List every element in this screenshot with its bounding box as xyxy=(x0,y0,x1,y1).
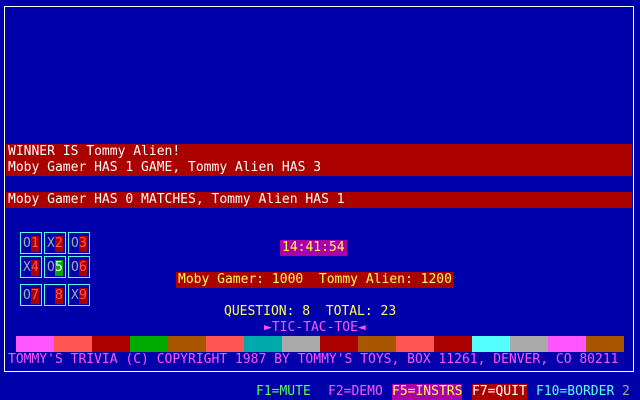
board-cell-9[interactable]: X9 xyxy=(68,284,90,306)
board-mark: X xyxy=(71,288,79,303)
board-mark: O xyxy=(23,236,31,251)
color-stripe xyxy=(510,336,548,352)
board-cell-number: 9 xyxy=(79,288,87,304)
color-stripe xyxy=(92,336,130,352)
board-mark: X xyxy=(23,260,31,275)
game-screen: WINNER IS Tommy Alien! Moby Gamer HAS 1 … xyxy=(0,0,640,400)
game-title: TIC-TAC-TOE xyxy=(271,320,358,335)
color-stripe xyxy=(358,336,396,352)
color-stripe xyxy=(130,336,168,352)
color-stripe xyxy=(472,336,510,352)
board-mark: O xyxy=(71,236,79,251)
board-cell-number: 1 xyxy=(31,236,39,252)
board-cell-3[interactable]: O3 xyxy=(68,232,90,254)
board-cell-number: 8 xyxy=(55,288,63,304)
game-count-text: Moby Gamer HAS 1 GAME, Tommy Alien HAS 3 xyxy=(8,160,322,175)
board-cell-7[interactable]: O7 xyxy=(20,284,42,306)
board-cell-1[interactable]: O1 xyxy=(20,232,42,254)
color-stripe xyxy=(320,336,358,352)
winner-text: WINNER IS Tommy Alien! xyxy=(8,144,181,159)
color-stripe xyxy=(16,336,54,352)
board-mark: O xyxy=(71,260,79,275)
result-bar: WINNER IS Tommy Alien! Moby Gamer HAS 1 … xyxy=(6,144,632,176)
board-cell-6[interactable]: O6 xyxy=(68,256,90,278)
tic-tac-toe-board: O1X2O3X4O5O6O78X9 xyxy=(20,232,92,326)
triangle-left-icon: ◄ xyxy=(357,320,366,335)
function-key-3[interactable]: F5=INSTRS xyxy=(392,384,463,400)
color-stripe xyxy=(54,336,92,352)
question-counter: QUESTION: 8 TOTAL: 23 xyxy=(224,304,397,319)
function-key-5[interactable]: F10=BORDER xyxy=(536,384,614,400)
board-cell-number: 3 xyxy=(79,236,87,252)
color-stripe xyxy=(548,336,586,352)
color-stripe xyxy=(434,336,472,352)
color-stripe xyxy=(168,336,206,352)
board-cell-5[interactable]: O5 xyxy=(44,256,66,278)
board-mark: O xyxy=(23,288,31,303)
color-stripe xyxy=(396,336,434,352)
board-cell-2[interactable]: X2 xyxy=(44,232,66,254)
score-display: Moby Gamer: 1000 Tommy Alien: 1200 xyxy=(176,272,454,288)
function-key-4[interactable]: F7=QUIT xyxy=(472,384,527,400)
board-cell-4[interactable]: X4 xyxy=(20,256,42,278)
color-stripe xyxy=(206,336,244,352)
board-cell-number: 5 xyxy=(55,260,63,276)
copyright-line: TOMMY'S TRIVIA (C) COPYRIGHT 1987 BY TOM… xyxy=(8,352,619,367)
function-key-1[interactable]: F1=MUTE xyxy=(256,384,311,400)
border-value: 2 xyxy=(622,384,630,399)
triangle-right-icon: ► xyxy=(264,320,272,335)
board-cell-8[interactable]: 8 xyxy=(44,284,66,306)
board-mark: X xyxy=(47,236,55,251)
color-stripe xyxy=(282,336,320,352)
match-count-text: Moby Gamer HAS 0 MATCHES, Tommy Alien HA… xyxy=(8,192,345,207)
board-cell-number: 2 xyxy=(55,236,63,252)
match-bar: Moby Gamer HAS 0 MATCHES, Tommy Alien HA… xyxy=(6,192,632,208)
board-cell-number: 4 xyxy=(31,260,39,276)
game-title-line: ►TIC-TAC-TOE◄ xyxy=(264,320,366,336)
color-stripe xyxy=(244,336,282,352)
board-cell-number: 7 xyxy=(31,288,39,304)
function-key-2[interactable]: F2=DEMO xyxy=(328,384,383,400)
color-stripe xyxy=(586,336,624,352)
board-mark: O xyxy=(47,260,55,275)
board-cell-number: 6 xyxy=(79,260,87,276)
clock: 14:41:54 xyxy=(280,240,347,256)
